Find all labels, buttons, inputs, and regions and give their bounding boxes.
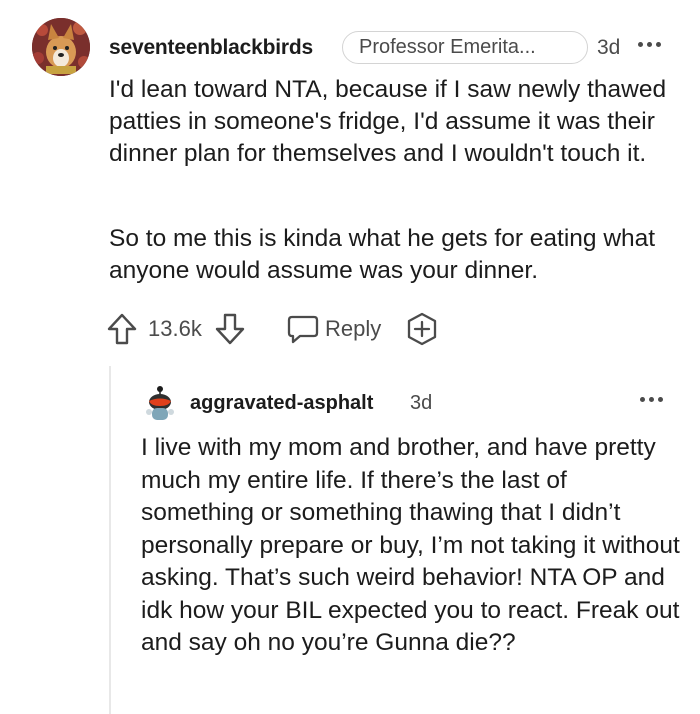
vote-score: 13.6k [148,316,202,341]
reply-text: I live with my mom and brother, and have… [141,434,680,656]
reply-more-options-button[interactable] [640,389,670,409]
award-button[interactable] [404,310,440,348]
comment-paragraph: So to me this is kinda what he gets for … [109,225,656,284]
more-dots-icon [638,34,668,54]
thread-line[interactable] [109,366,111,714]
upvote-button[interactable] [106,310,138,348]
user-flair: Professor Emerita... [342,31,588,64]
reply-timestamp: 3d [410,392,433,414]
reply-avatar[interactable] [141,384,179,422]
upvote-arrow-icon [107,313,137,345]
downvote-arrow-icon [215,313,245,345]
top-level-comment: seventeenblackbirds Professor Emerita...… [0,0,700,714]
dog-avatar-icon [32,18,90,76]
comment-timestamp: 3d [597,36,621,59]
reply-author[interactable]: aggravated-asphalt [190,392,373,415]
comment-actions: 13.6k Reply [106,310,466,348]
award-plus-icon [407,312,437,346]
snoo-avatar-icon [146,386,174,420]
speech-bubble-icon [287,315,319,344]
comment-paragraph: I'd lean toward NTA, because if I saw ne… [109,76,667,167]
comment-author[interactable]: seventeenblackbirds [109,36,313,60]
more-options-button[interactable] [638,34,668,54]
reply-label[interactable]: Reply [325,310,381,348]
downvote-button[interactable] [214,310,246,348]
reply-button[interactable] [286,310,320,348]
avatar[interactable] [32,18,90,76]
more-dots-icon [640,389,670,409]
